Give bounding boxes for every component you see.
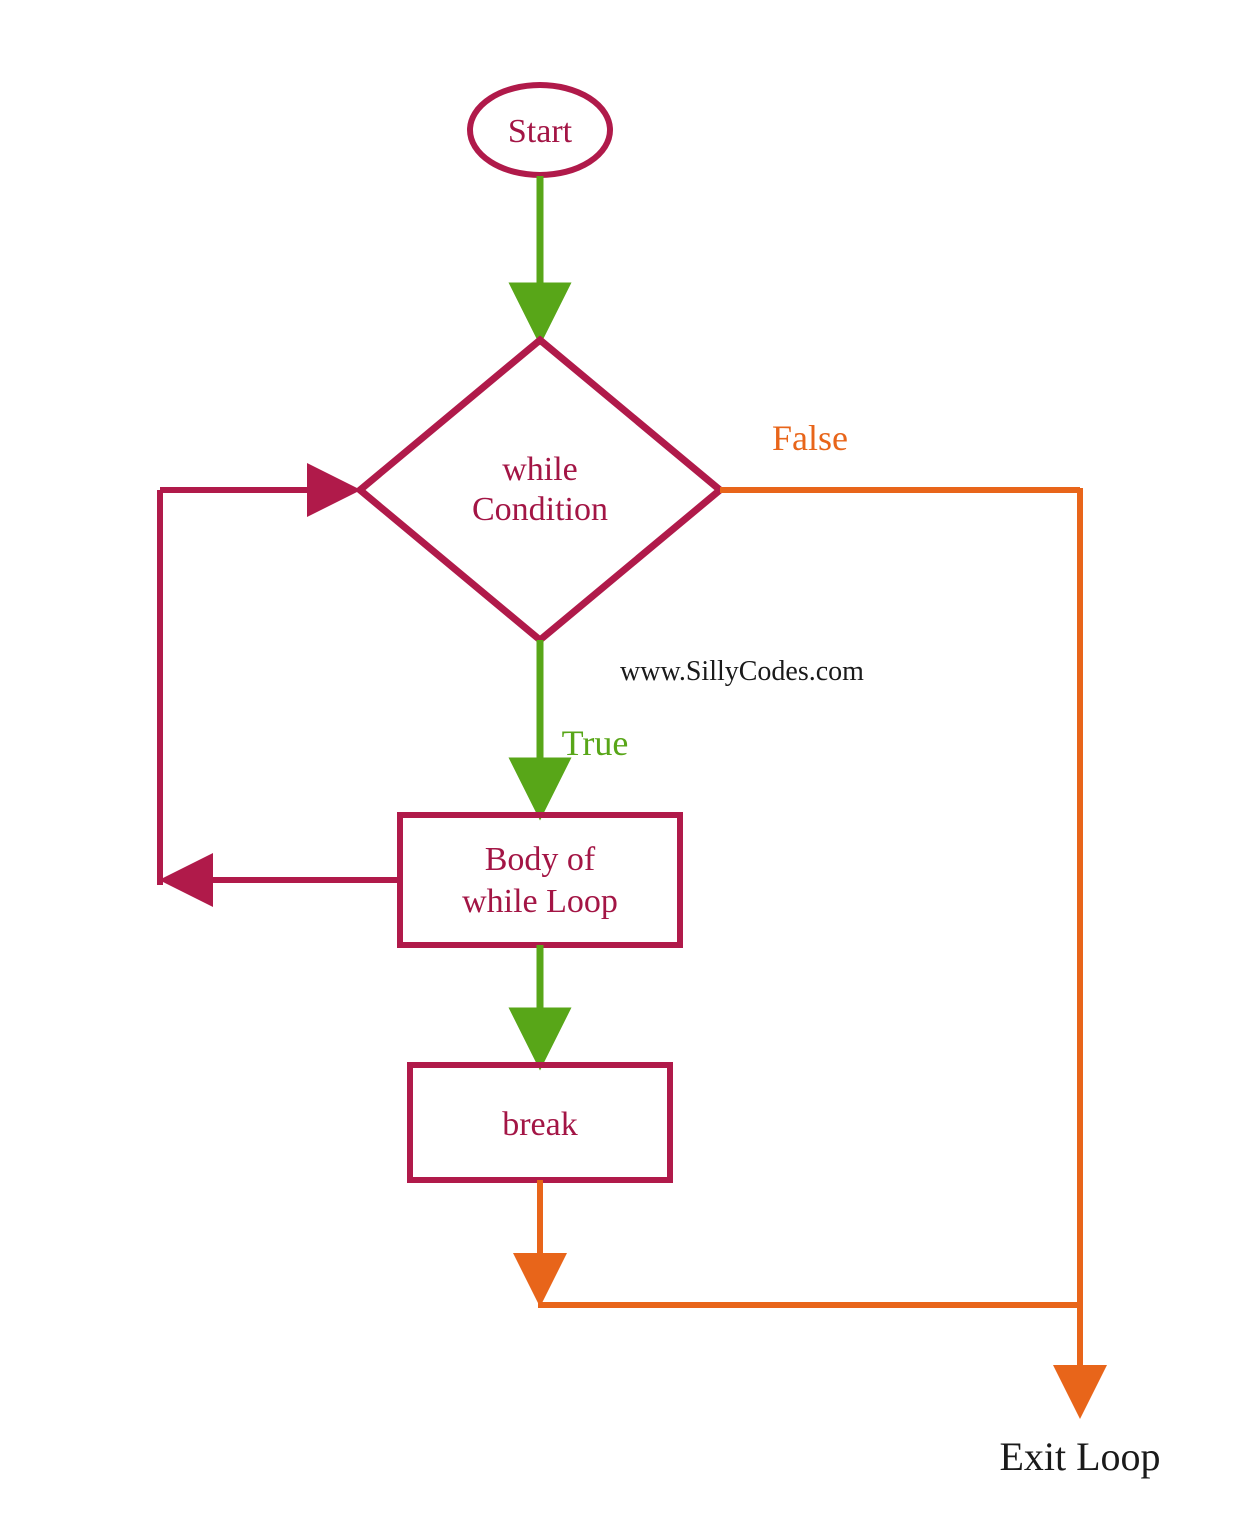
start-label: Start (508, 113, 573, 150)
break-node: break (410, 1065, 670, 1180)
start-node: Start (470, 85, 610, 175)
body-line1: Body of (485, 841, 596, 878)
condition-line2: Condition (472, 491, 608, 528)
false-label: False (772, 418, 848, 458)
body-node: Body of while Loop (400, 815, 680, 945)
true-label: True (562, 723, 629, 763)
edge-condition-false (720, 488, 1080, 1410)
condition-node: while Condition (360, 340, 720, 640)
edge-loop-back (160, 490, 400, 885)
watermark-text: www.SillyCodes.com (620, 656, 864, 687)
edge-break-exit (538, 1180, 1082, 1305)
body-line2: while Loop (462, 883, 618, 920)
exit-loop-label: Exit Loop (999, 1434, 1160, 1479)
break-label: break (502, 1106, 578, 1143)
condition-line1: while (502, 451, 578, 488)
